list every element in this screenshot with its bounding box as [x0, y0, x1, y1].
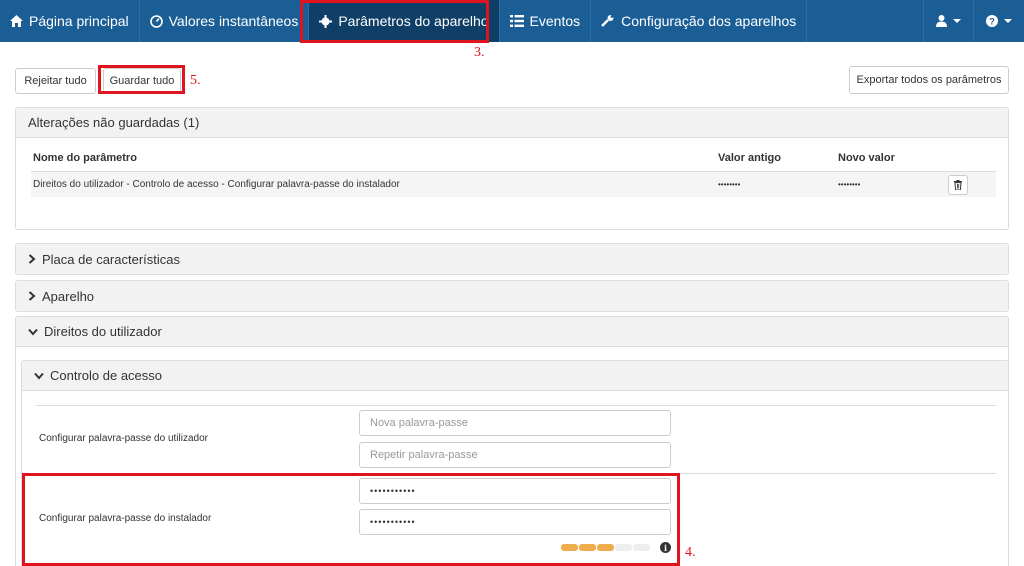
unsaved-changes-panel: Alterações não guardadas (1) Nome do par…	[15, 107, 1009, 230]
nav-home[interactable]: Página principal	[0, 0, 140, 42]
section-nameplate-head: Placa de características	[16, 244, 1008, 274]
divider	[36, 405, 996, 406]
nav-device-configuration[interactable]: Configuração dos aparelhos	[591, 0, 808, 42]
chevron-down-icon	[28, 328, 38, 336]
export-all-parameters-button[interactable]: Exportar todos os parâmetros	[849, 66, 1009, 94]
section-device-head: Aparelho	[16, 281, 1008, 311]
section-nameplate[interactable]: Placa de características	[15, 243, 1009, 275]
row-old-value: ••••••••	[718, 180, 741, 189]
row-parameter-name: Direitos do utilizador - Controlo de ace…	[33, 179, 400, 190]
chevron-down-icon	[34, 372, 44, 380]
section-user-rights-head[interactable]: Direitos do utilizador	[16, 317, 1008, 347]
chevron-right-icon	[28, 254, 36, 264]
help-icon: ?	[986, 15, 998, 27]
access-control-title: Controlo de acesso	[50, 368, 163, 383]
nav-instant-values[interactable]: Valores instantâneos	[140, 0, 310, 42]
column-header-parameter-name: Nome do parâmetro	[33, 152, 137, 164]
chevron-right-icon	[28, 291, 36, 301]
home-icon	[10, 15, 23, 27]
user-icon	[936, 15, 947, 27]
nav-instant-values-label: Valores instantâneos	[168, 13, 299, 29]
user-new-password-input[interactable]: Nova palavra-passe	[359, 410, 671, 436]
table-row: Direitos do utilizador - Controlo de ace…	[31, 171, 996, 197]
user-password-label: Configurar palavra-passe do utilizador	[39, 433, 208, 444]
nav-events[interactable]: Eventos	[500, 0, 592, 42]
chevron-down-icon	[1004, 19, 1012, 23]
row-new-value: ••••••••	[838, 180, 861, 189]
gauge-icon	[149, 14, 163, 28]
annotation-box-3	[300, 0, 489, 43]
section-device-title: Aparelho	[42, 288, 95, 304]
annotation-4: 4.	[685, 545, 696, 560]
annotation-box-5	[98, 65, 185, 94]
svg-text:?: ?	[989, 17, 995, 27]
trash-icon	[954, 180, 962, 190]
annotation-box-4	[22, 473, 680, 566]
discard-change-button[interactable]	[948, 175, 968, 195]
user-repeat-password-input[interactable]: Repetir palavra-passe	[359, 442, 671, 468]
section-device[interactable]: Aparelho	[15, 280, 1009, 312]
nav-events-label: Eventos	[529, 13, 581, 29]
annotation-3: 3.	[474, 45, 485, 60]
nav-device-configuration-label: Configuração dos aparelhos	[621, 13, 797, 29]
annotation-5: 5.	[190, 73, 201, 88]
column-header-old-value: Valor antigo	[718, 152, 781, 164]
unsaved-changes-title: Alterações não guardadas (1)	[16, 108, 1008, 138]
section-nameplate-title: Placa de características	[42, 251, 181, 267]
section-user-rights-title: Direitos do utilizador	[44, 324, 162, 339]
list-icon	[509, 15, 524, 27]
user-menu[interactable]	[923, 0, 973, 42]
column-header-new-value: Novo valor	[838, 152, 895, 164]
reject-all-button[interactable]: Rejeitar tudo	[15, 68, 96, 94]
nav-home-label: Página principal	[29, 13, 129, 29]
chevron-down-icon	[953, 19, 961, 23]
access-control-head[interactable]: Controlo de acesso	[22, 361, 1008, 391]
top-navbar: Página principal Valores instantâneos Pa…	[0, 0, 1024, 42]
wrench-icon	[601, 15, 614, 27]
help-menu[interactable]: ?	[973, 0, 1024, 42]
